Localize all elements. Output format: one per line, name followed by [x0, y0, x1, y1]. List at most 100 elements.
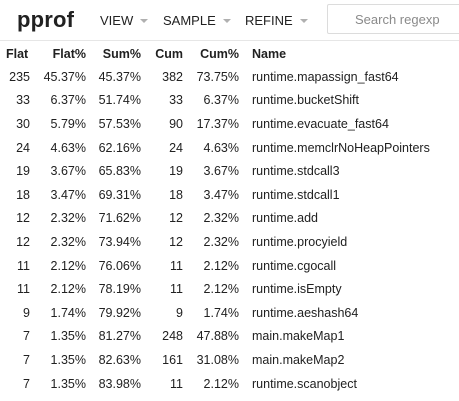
cell-name: runtime.mapassign_fast64	[239, 65, 452, 89]
table-row[interactable]: 30 5.79% 57.53% 90 17.37% runtime.evacuate_fa…	[0, 112, 452, 136]
cell-sum-pct: 83.98%	[86, 371, 141, 396]
cell-name: runtime.add	[239, 206, 452, 231]
cell-cum: 382	[141, 65, 183, 89]
cell-flat: 11	[0, 277, 30, 301]
cell-flat-pct: 2.32%	[30, 206, 86, 231]
cell-cum: 12	[141, 230, 183, 254]
column-header-sum-pct[interactable]: Sum%	[86, 43, 141, 65]
refine-menu[interactable]: REFINE	[245, 13, 308, 28]
cell-name: runtime.isEmpty	[239, 277, 452, 301]
table-row[interactable]: 11 2.12% 76.06% 11 2.12% runtime.cgocall	[0, 253, 452, 278]
cell-cum: 9	[141, 300, 183, 325]
cell-flat: 9	[0, 300, 30, 325]
sample-menu-label: SAMPLE	[163, 13, 216, 28]
column-header-name[interactable]: Name	[239, 43, 452, 65]
cell-flat-pct: 1.35%	[30, 324, 86, 349]
table-row[interactable]: 7 1.35% 82.63% 161 31.08% main.makeMap2	[0, 348, 452, 372]
cell-sum-pct: 62.16%	[86, 135, 141, 160]
cell-cum: 90	[141, 112, 183, 136]
cell-flat-pct: 1.35%	[30, 348, 86, 372]
cell-sum-pct: 79.92%	[86, 300, 141, 325]
cell-sum-pct: 65.83%	[86, 159, 141, 183]
table-row[interactable]: 24 4.63% 62.16% 24 4.63% runtime.memclrNoHeap…	[0, 135, 452, 160]
cell-cum: 18	[141, 182, 183, 207]
table-row[interactable]: 9 1.74% 79.92% 9 1.74% runtime.aeshash64	[0, 300, 452, 325]
cell-flat: 19	[0, 159, 30, 183]
table-row[interactable]: 235 45.37% 45.37% 382 73.75% runtime.mapassig…	[0, 65, 452, 89]
cell-cum: 19	[141, 159, 183, 183]
cell-flat: 30	[0, 112, 30, 136]
cell-flat: 7	[0, 324, 30, 349]
cell-cum: 248	[141, 324, 183, 349]
cell-flat-pct: 3.67%	[30, 159, 86, 183]
table-row[interactable]: 12 2.32% 71.62% 12 2.32% runtime.add	[0, 206, 452, 231]
top-bar: pprof VIEW SAMPLE REFINE	[0, 0, 459, 41]
cell-sum-pct: 78.19%	[86, 277, 141, 301]
cell-cum-pct: 1.74%	[183, 300, 239, 325]
cell-sum-pct: 69.31%	[86, 182, 141, 207]
cell-flat-pct: 5.79%	[30, 112, 86, 136]
cell-name: runtime.evacuate_fast64	[239, 112, 452, 136]
column-header-flat-pct[interactable]: Flat%	[30, 43, 86, 65]
cell-sum-pct: 57.53%	[86, 112, 141, 136]
table-row[interactable]: 33 6.37% 51.74% 33 6.37% runtime.bucketShift	[0, 88, 452, 113]
cell-name: main.makeMap2	[239, 348, 452, 372]
app-logo[interactable]: pprof	[17, 7, 74, 33]
cell-sum-pct: 81.27%	[86, 324, 141, 349]
view-menu[interactable]: VIEW	[100, 13, 149, 28]
table-row[interactable]: 19 3.67% 65.83% 19 3.67% runtime.stdcall3	[0, 159, 452, 183]
cell-flat-pct: 2.32%	[30, 230, 86, 254]
cell-cum: 24	[141, 135, 183, 160]
cell-name: main.makeMap1	[239, 324, 452, 349]
cell-flat: 24	[0, 135, 30, 160]
profile-table: Flat Flat% Sum% Cum Cum% Name 235 45.37% 4…	[0, 43, 452, 396]
cell-cum-pct: 31.08%	[183, 348, 239, 372]
cell-flat-pct: 2.12%	[30, 253, 86, 278]
table-row[interactable]: 11 2.12% 78.19% 11 2.12% runtime.isEmpty	[0, 277, 452, 301]
cell-cum-pct: 2.12%	[183, 371, 239, 396]
cell-flat: 12	[0, 230, 30, 254]
cell-flat-pct: 3.47%	[30, 182, 86, 207]
cell-name: runtime.aeshash64	[239, 300, 452, 325]
cell-cum-pct: 2.12%	[183, 253, 239, 278]
cell-sum-pct: 73.94%	[86, 230, 141, 254]
table-row[interactable]: 7 1.35% 83.98% 11 2.12% runtime.scanobject	[0, 371, 452, 396]
cell-flat: 7	[0, 371, 30, 396]
cell-cum: 12	[141, 206, 183, 231]
sample-menu[interactable]: SAMPLE	[163, 13, 231, 28]
cell-sum-pct: 82.63%	[86, 348, 141, 372]
cell-flat: 33	[0, 88, 30, 113]
table-row[interactable]: 7 1.35% 81.27% 248 47.88% main.makeMap1	[0, 324, 452, 349]
cell-cum-pct: 2.12%	[183, 277, 239, 301]
cell-cum-pct: 17.37%	[183, 112, 239, 136]
cell-cum-pct: 3.47%	[183, 182, 239, 207]
cell-name: runtime.stdcall1	[239, 182, 452, 207]
column-header-cum[interactable]: Cum	[141, 43, 183, 65]
cell-flat: 235	[0, 65, 30, 89]
cell-sum-pct: 76.06%	[86, 253, 141, 278]
table-header-row: Flat Flat% Sum% Cum Cum% Name	[0, 43, 452, 65]
cell-flat-pct: 45.37%	[30, 65, 86, 89]
cell-cum-pct: 73.75%	[183, 65, 239, 89]
cell-cum: 11	[141, 277, 183, 301]
cell-cum: 161	[141, 348, 183, 372]
cell-name: runtime.bucketShift	[239, 88, 452, 113]
cell-flat: 18	[0, 182, 30, 207]
column-header-cum-pct[interactable]: Cum%	[183, 43, 239, 65]
cell-name: runtime.stdcall3	[239, 159, 452, 183]
cell-cum: 11	[141, 253, 183, 278]
cell-flat-pct: 1.35%	[30, 371, 86, 396]
refine-menu-label: REFINE	[245, 13, 293, 28]
cell-name: runtime.scanobject	[239, 371, 452, 396]
search-input[interactable]	[327, 4, 459, 34]
cell-flat: 7	[0, 348, 30, 372]
column-header-flat[interactable]: Flat	[0, 43, 30, 65]
cell-cum-pct: 3.67%	[183, 159, 239, 183]
table-row[interactable]: 12 2.32% 73.94% 12 2.32% runtime.procyield	[0, 230, 452, 254]
cell-flat: 12	[0, 206, 30, 231]
cell-cum-pct: 2.32%	[183, 206, 239, 231]
cell-flat-pct: 6.37%	[30, 88, 86, 113]
cell-cum: 11	[141, 371, 183, 396]
table-row[interactable]: 18 3.47% 69.31% 18 3.47% runtime.stdcall1	[0, 182, 452, 207]
cell-flat: 11	[0, 253, 30, 278]
